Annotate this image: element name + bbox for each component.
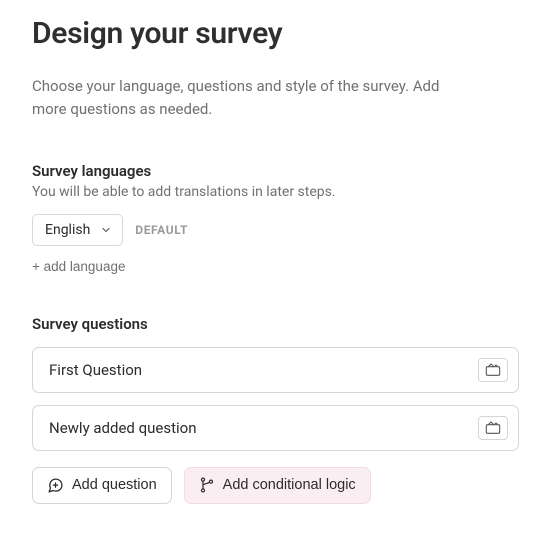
add-conditional-logic-button[interactable]: Add conditional logic [184, 467, 371, 504]
add-conditional-logic-label: Add conditional logic [223, 477, 356, 493]
questions-section: Survey questions First Question Newly ad… [32, 315, 519, 504]
chevron-down-icon [100, 224, 112, 236]
default-tag: DEFAULT [135, 223, 188, 237]
question-type-icon [478, 416, 508, 440]
question-title: First Question [49, 361, 142, 379]
question-type-icon [478, 358, 508, 382]
question-card[interactable]: First Question [32, 347, 519, 393]
add-question-label: Add question [72, 477, 157, 493]
page-title: Design your survey [32, 16, 519, 51]
question-title: Newly added question [49, 419, 197, 437]
languages-hint: You will be able to add translations in … [32, 184, 519, 200]
page-description: Choose your language, questions and styl… [32, 75, 452, 122]
languages-label: Survey languages [32, 162, 519, 180]
language-selected-value: English [45, 222, 90, 238]
add-question-button[interactable]: Add question [32, 467, 172, 504]
branch-icon [199, 477, 215, 493]
add-language-button[interactable]: + add language [32, 259, 125, 274]
languages-section: Survey languages You will be able to add… [32, 162, 519, 275]
questions-label: Survey questions [32, 315, 519, 333]
actions-row: Add question Add conditional logic [32, 467, 519, 504]
question-card[interactable]: Newly added question [32, 405, 519, 451]
chat-plus-icon [47, 477, 64, 494]
language-select[interactable]: English [32, 214, 123, 246]
language-row: English DEFAULT [32, 214, 519, 246]
